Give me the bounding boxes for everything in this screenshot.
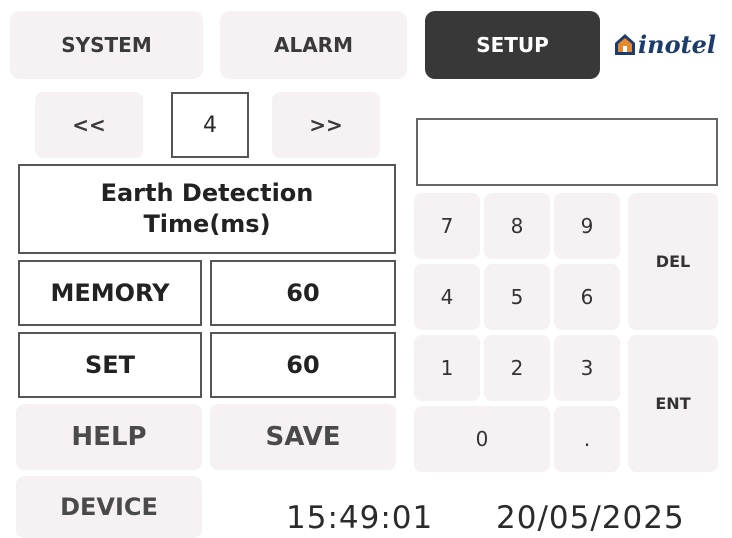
tab-system-label: SYSTEM: [61, 33, 152, 57]
tab-setup[interactable]: SETUP: [425, 11, 600, 79]
memory-value: 60: [286, 279, 320, 307]
key-0-label: 0: [475, 427, 489, 451]
brand-name: inotel: [638, 29, 717, 59]
key-6[interactable]: 6: [554, 264, 620, 330]
key-1-label: 1: [440, 356, 454, 380]
key-dot-label: .: [583, 427, 591, 451]
key-dot[interactable]: .: [554, 406, 620, 472]
brand-logo: inotel: [612, 22, 730, 66]
keypad-display: [416, 118, 718, 186]
set-label: SET: [84, 351, 136, 379]
clock-date: 20/05/2025: [496, 500, 685, 536]
enter-button[interactable]: ENT: [628, 335, 718, 472]
help-button[interactable]: HELP: [16, 404, 202, 470]
device-button[interactable]: DEVICE: [16, 476, 202, 538]
prev-page-label: <<: [72, 113, 106, 137]
key-2[interactable]: 2: [484, 335, 550, 401]
key-2-label: 2: [510, 356, 524, 380]
memory-label-box: MEMORY: [18, 260, 202, 326]
save-label: SAVE: [265, 422, 341, 452]
memory-label: MEMORY: [50, 279, 170, 307]
house-icon: [615, 34, 635, 55]
delete-label: DEL: [655, 252, 691, 271]
parameter-title-box: Earth Detection Time(ms): [18, 164, 396, 254]
key-8-label: 8: [510, 214, 524, 238]
help-label: HELP: [71, 422, 147, 452]
tab-setup-label: SETUP: [476, 33, 549, 57]
delete-button[interactable]: DEL: [628, 193, 718, 330]
device-label: DEVICE: [60, 493, 158, 521]
page-number: 4: [171, 92, 249, 158]
clock-time: 15:49:01: [286, 500, 434, 536]
key-9-label: 9: [580, 214, 594, 238]
key-1[interactable]: 1: [414, 335, 480, 401]
key-5[interactable]: 5: [484, 264, 550, 330]
key-4[interactable]: 4: [414, 264, 480, 330]
enter-label: ENT: [655, 394, 691, 413]
set-label-box: SET: [18, 332, 202, 398]
key-7-label: 7: [440, 214, 454, 238]
key-5-label: 5: [510, 285, 524, 309]
key-3[interactable]: 3: [554, 335, 620, 401]
key-3-label: 3: [580, 356, 594, 380]
set-value: 60: [286, 351, 320, 379]
tab-alarm-label: ALARM: [273, 33, 353, 57]
tab-alarm[interactable]: ALARM: [220, 11, 407, 79]
key-7[interactable]: 7: [414, 193, 480, 259]
page-number-value: 4: [203, 112, 217, 138]
key-8[interactable]: 8: [484, 193, 550, 259]
set-value-field[interactable]: 60: [210, 332, 396, 398]
parameter-title: Earth Detection Time(ms): [100, 179, 314, 238]
key-9[interactable]: 9: [554, 193, 620, 259]
key-0[interactable]: 0: [414, 406, 550, 472]
key-4-label: 4: [440, 285, 454, 309]
next-page-label: >>: [309, 113, 343, 137]
prev-page-button[interactable]: <<: [35, 92, 143, 158]
save-button[interactable]: SAVE: [210, 404, 396, 470]
tab-system[interactable]: SYSTEM: [10, 11, 203, 79]
memory-value-box: 60: [210, 260, 396, 326]
next-page-button[interactable]: >>: [272, 92, 380, 158]
key-6-label: 6: [580, 285, 594, 309]
